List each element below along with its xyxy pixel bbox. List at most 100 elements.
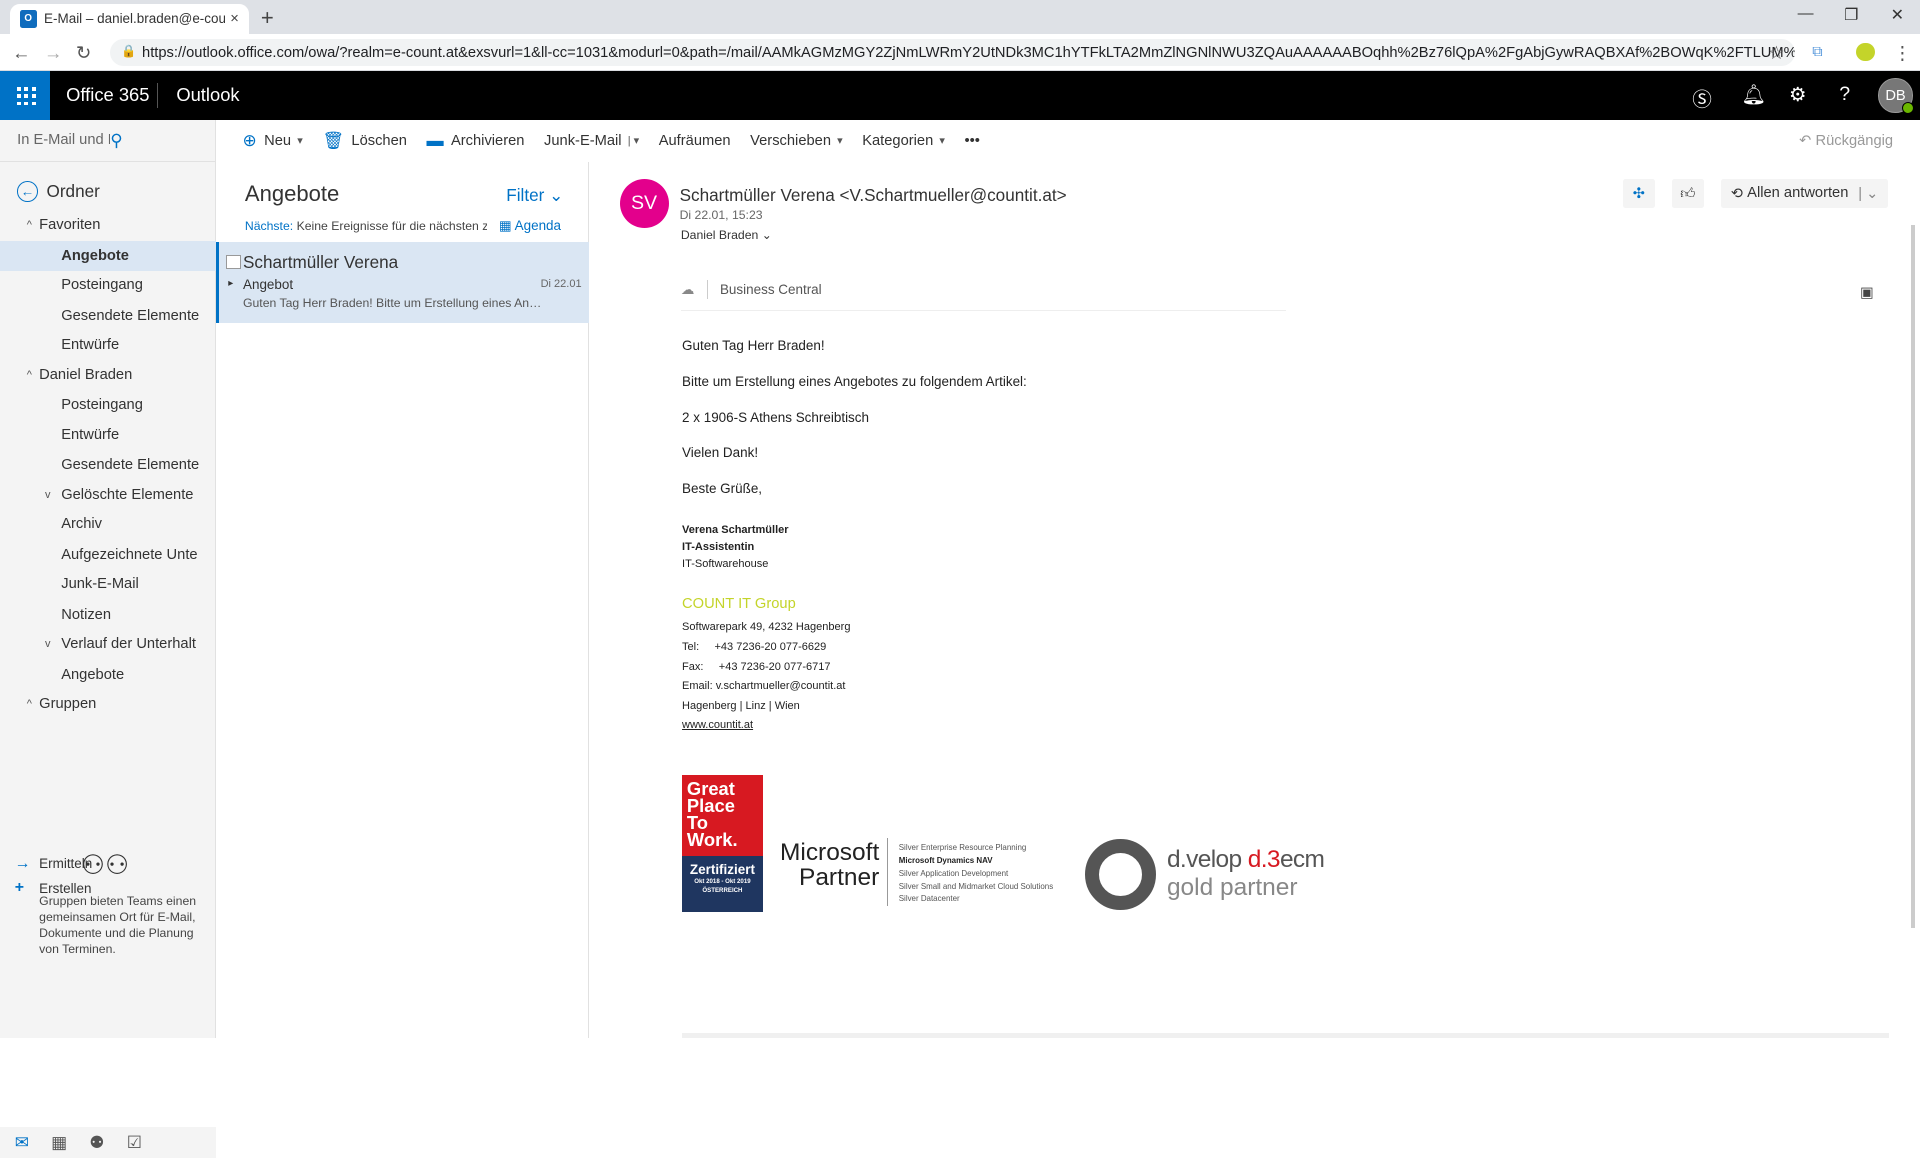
folder-conversation-history[interactable]: vVerlauf der Unterhalt [0, 629, 216, 658]
new-tab-button[interactable]: + [261, 5, 274, 31]
help-icon[interactable]: ? [1839, 83, 1850, 106]
folder-label: Angebote [61, 667, 124, 683]
new-message-button[interactable]: ⊕Neu▾ [242, 130, 302, 151]
close-window-icon[interactable]: ✕ [1891, 5, 1904, 25]
sender-avatar[interactable]: SV [620, 179, 669, 228]
people-icon[interactable]: ⚉ [89, 1132, 104, 1153]
chevron-down-icon[interactable]: ▾ [297, 134, 303, 147]
cities-line: Hagenberg | Linz | Wien [682, 697, 850, 717]
chrome-menu-icon[interactable]: ⋮ [1893, 42, 1911, 64]
back-arrow-icon[interactable]: ← [17, 181, 38, 202]
company-name: COUNT IT Group [682, 596, 796, 612]
reply-all-label: Allen antworten [1747, 185, 1848, 201]
settings-gear-icon[interactable]: ⚙ [1789, 83, 1807, 107]
mail-icon[interactable]: ✉ [15, 1132, 29, 1153]
filter-button[interactable]: Filter ⌄ [506, 185, 563, 206]
undo-button[interactable]: ↶ Rückgängig [1799, 132, 1893, 149]
sweep-label: Aufräumen [659, 133, 731, 149]
folder-notes[interactable]: Notizen [0, 600, 216, 629]
folder-inbox[interactable]: Posteingang [0, 391, 216, 420]
categories-button[interactable]: Kategorien▾ [862, 133, 945, 149]
chevron-up-icon[interactable]: ^ [22, 369, 37, 381]
dynamics-addin-icon[interactable]: ✣ [1623, 179, 1655, 208]
app-launcher-icon[interactable] [0, 71, 50, 120]
minimize-icon[interactable]: — [1798, 5, 1814, 23]
forward-icon[interactable]: → [44, 42, 62, 64]
tasks-icon[interactable]: ☑ [127, 1132, 142, 1153]
folder-junk[interactable]: Junk-E-Mail [0, 569, 216, 598]
delete-button[interactable]: 🗑︎Löschen [322, 130, 407, 151]
chevron-down-icon[interactable]: | ⌄ [1858, 185, 1878, 202]
extension-icon[interactable]: ⧉ [1812, 44, 1823, 60]
discover-groups-button[interactable]: →Ermitteln [15, 855, 93, 873]
avatar[interactable]: DB [1878, 78, 1912, 112]
recipient[interactable]: Daniel Braden ⌄ [681, 228, 772, 242]
module-switcher: ✉ ▦ ⚉ ☑ [0, 1127, 216, 1158]
more-options-button[interactable]: ••• [964, 133, 979, 149]
like-icon[interactable]: 👍︎ [1672, 179, 1704, 208]
sender-name[interactable]: Schartmüller Verena <V.Schartmueller@cou… [680, 185, 1067, 206]
reading-scrollbar[interactable] [1911, 225, 1915, 928]
folders-header[interactable]: ← Ordner [17, 181, 100, 202]
body-paragraph: Guten Tag Herr Braden! [682, 338, 1027, 353]
ms-text: Partner [780, 866, 879, 890]
app-name[interactable]: Outlook [176, 84, 239, 106]
more-ellipsis-icon: ••• [964, 133, 979, 149]
folder-label: Gruppen [39, 696, 96, 712]
folder-recorded[interactable]: Aufgezeichnete Unte [0, 540, 216, 569]
mailbox-daniel-braden[interactable]: ^Daniel Braden [0, 360, 216, 389]
signature-role: IT-Assistentin [682, 539, 789, 556]
folder-drafts-favorite[interactable]: Entwürfe [0, 331, 216, 360]
folder-sent-favorite[interactable]: Gesendete Elemente [0, 301, 216, 330]
chevron-double-down-icon[interactable]: ⌄ [762, 228, 772, 242]
create-group-button[interactable]: +Erstellen [15, 879, 92, 897]
browser-tab[interactable]: O E-Mail – daniel.braden@e-count.at × [10, 4, 249, 35]
select-checkbox[interactable] [226, 255, 241, 270]
reload-icon[interactable]: ↻ [76, 42, 91, 64]
notifications-bell-icon[interactable]: 🔔︎ [1741, 83, 1766, 107]
expand-thread-icon[interactable]: ▸ [228, 278, 233, 289]
chevron-down-icon[interactable]: v [40, 489, 55, 501]
agenda-button[interactable]: ▦ Agenda [499, 218, 561, 234]
company-contact: Softwarepark 49, 4232 Hagenberg Tel: +43… [682, 618, 850, 736]
chevron-down-icon[interactable]: | ▾ [628, 134, 639, 147]
folder-label: Posteingang [61, 397, 143, 413]
sweep-button[interactable]: Aufräumen [659, 133, 731, 149]
addin-bar[interactable]: ☁ Business Central [681, 269, 1286, 311]
folder-sent[interactable]: Gesendete Elemente [0, 451, 216, 480]
folder-deleted[interactable]: vGelöschte Elemente [0, 480, 216, 509]
bookmark-star-icon[interactable]: ☆ [1768, 42, 1784, 64]
folder-drafts[interactable]: Entwürfe [0, 420, 216, 449]
folder-label: Angebote [61, 248, 129, 264]
calendar-icon[interactable]: ▦ [51, 1132, 67, 1153]
skype-icon[interactable]: Ⓢ [1692, 83, 1712, 112]
folder-pane: In E-Mail und Personen su... ⚲ ← Ordner … [0, 120, 216, 1038]
junk-button[interactable]: Junk-E-Mail| ▾ [544, 133, 639, 149]
reply-all-button[interactable]: ⟲ Allen antworten | ⌄ [1721, 179, 1888, 208]
folder-angebote-favorite[interactable]: Angebote [0, 241, 216, 270]
folder-favorites[interactable]: ^Favoriten [0, 211, 216, 240]
profile-extension-icon[interactable] [1856, 43, 1874, 61]
search-icon[interactable]: ⚲ [110, 130, 203, 151]
search-input[interactable]: In E-Mail und Personen su... ⚲ [0, 120, 216, 162]
list-item[interactable]: Schartmüller Verena ▸ Angebot Di 22.01 G… [216, 242, 589, 323]
website-link[interactable]: www.countit.at [682, 719, 753, 731]
url-field[interactable]: 🔒 https://outlook.office.com/owa/?realm=… [110, 39, 1795, 66]
suite-brand[interactable]: Office 365 [66, 84, 149, 106]
reply-all-icon: ⟲ [1731, 185, 1747, 202]
package-icon[interactable]: ▣ [1860, 284, 1874, 301]
create-label: Erstellen [39, 881, 91, 896]
addin-label: Business Central [720, 282, 822, 297]
move-button[interactable]: Verschieben▾ [750, 133, 842, 149]
maximize-icon[interactable]: ❐ [1844, 5, 1858, 25]
folder-inbox-favorite[interactable]: Posteingang [0, 271, 216, 300]
chevron-up-icon[interactable]: ^ [22, 219, 37, 231]
archive-button[interactable]: ▬Archivieren [427, 130, 525, 151]
chevron-up-icon[interactable]: ^ [22, 698, 37, 710]
chevron-down-icon[interactable]: v [40, 638, 55, 650]
back-icon[interactable]: ← [12, 42, 30, 64]
close-tab-icon[interactable]: × [230, 11, 239, 27]
groups-header[interactable]: ^Gruppen [0, 689, 216, 718]
folder-archive[interactable]: Archiv [0, 509, 216, 538]
folder-angebote[interactable]: Angebote [0, 660, 216, 689]
